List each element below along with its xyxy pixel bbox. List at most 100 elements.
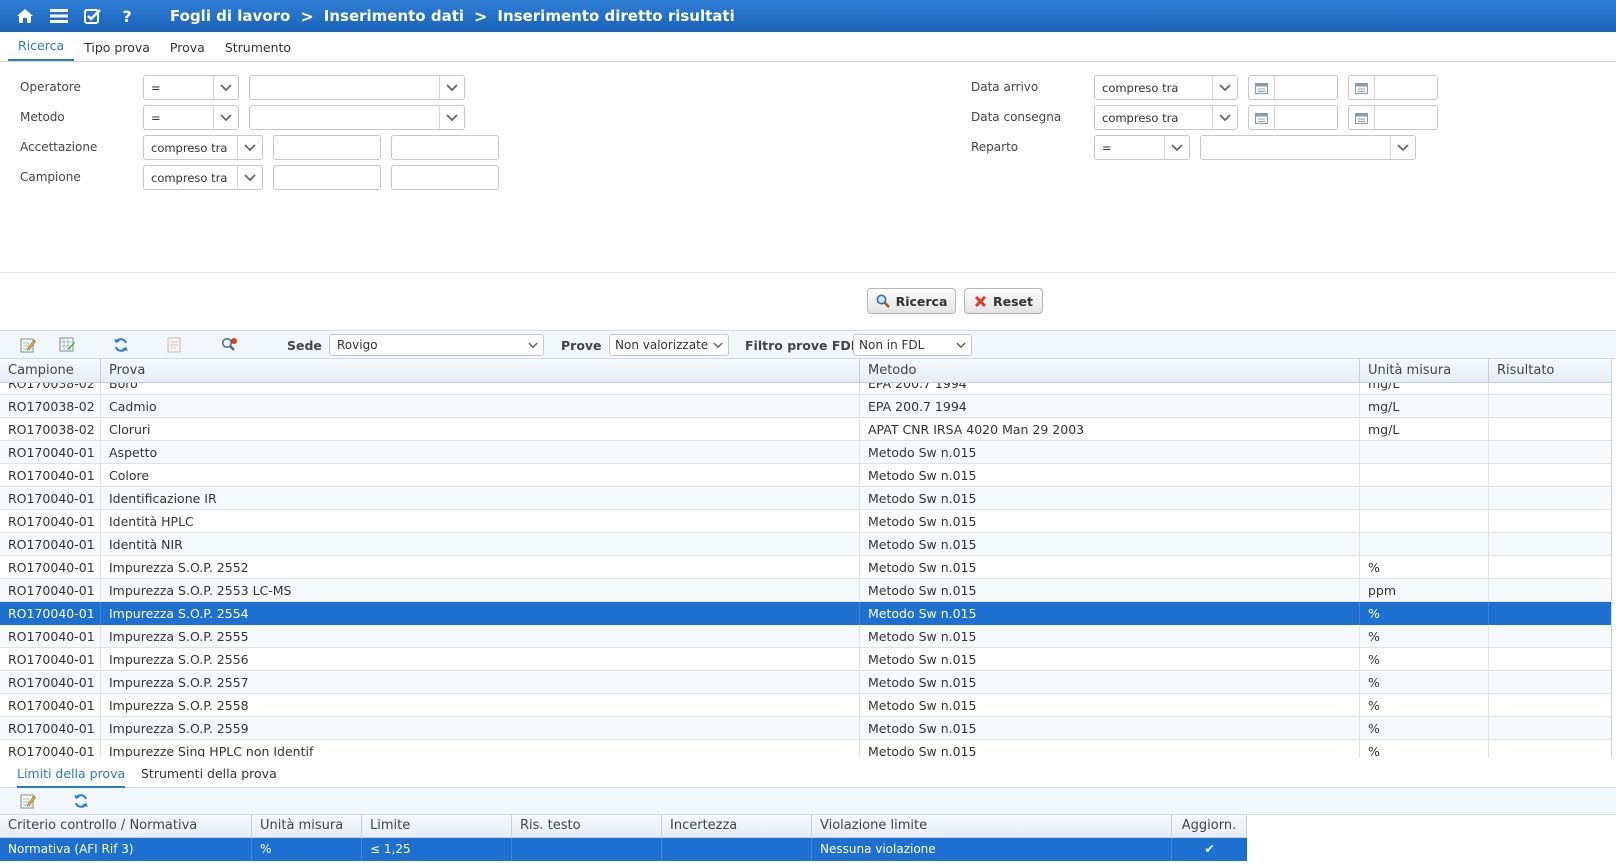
table-row[interactable]: RO170040-01 Impurezza S.O.P. 2552 Metodo S… [0,556,1611,579]
campione-operator-select[interactable]: compreso tra [143,165,263,190]
breadcrumb-item-inserimento-dati[interactable]: Inserimento dati [324,7,464,25]
cell-risultato[interactable] [1489,441,1611,464]
cell-risultato[interactable] [1489,694,1611,717]
table-row[interactable]: RO170040-01 Impurezza S.O.P. 2553 LC-MS Me… [0,579,1611,602]
cell-risultato[interactable] [1489,487,1611,510]
tab-ricerca[interactable]: Ricerca [8,38,75,61]
accettazione-to-input[interactable] [391,135,499,160]
menu-icon[interactable] [46,6,72,26]
breadcrumb-item-fogli[interactable]: Fogli di lavoro [170,7,290,25]
table-row[interactable]: RO170040-01 Impurezza S.O.P. 2554 Metodo S… [0,602,1611,625]
column-header-incertezza[interactable]: Incertezza [662,815,812,838]
operatore-operator-select[interactable]: = [143,75,239,100]
help-icon[interactable]: ? [114,6,140,26]
calendar-icon[interactable] [1249,76,1275,99]
accettazione-from-input[interactable] [273,135,381,160]
table-row[interactable]: RO170040-01 Impurezza S.O.P. 2558 Metodo S… [0,694,1611,717]
cell-prova: Impurezza S.O.P. 2559 [101,717,860,740]
cell-risultato[interactable] [1489,556,1611,579]
chevron-down-icon [1390,136,1415,159]
checklist-icon[interactable] [80,6,106,26]
cell-risultato[interactable] [1489,602,1611,625]
cell-risultato[interactable] [1489,383,1611,395]
chevron-down-icon [1212,106,1237,129]
metodo-operator-select[interactable]: = [143,105,239,130]
home-icon[interactable] [12,6,38,26]
data-arrivo-operator-select[interactable]: compreso tra [1094,75,1238,100]
table-row[interactable]: RO170040-01 Impurezza S.O.P. 2559 Metodo S… [0,717,1611,740]
column-header-prova[interactable]: Prova [101,359,860,383]
table-row[interactable]: RO170040-01 Impurezza S.O.P. 2555 Metodo S… [0,625,1611,648]
table-row[interactable]: RO170040-01 Identità HPLC Metodo Sw n.015 [0,510,1611,533]
column-header-risultato[interactable]: Risultato [1489,359,1611,383]
cell-risultato[interactable] [1489,648,1611,671]
column-header-limite[interactable]: Limite [362,815,512,838]
table-row[interactable]: RO170040-01 Identità NIR Metodo Sw n.015 [0,533,1611,556]
column-header-unita[interactable]: Unità misura [1360,359,1489,383]
data-arrivo-from-input[interactable] [1248,75,1338,100]
operatore-value-select[interactable] [249,75,465,100]
tab-tipo-prova[interactable]: Tipo prova [74,40,160,61]
cell-risultato[interactable] [1489,464,1611,487]
tab-prova[interactable]: Prova [160,40,215,61]
document-icon[interactable] [165,336,183,354]
cell-risultato[interactable] [1489,418,1611,441]
table-row[interactable]: RO170038-02 Cloruri APAT CNR IRSA 4020 Man… [0,418,1611,441]
tab-strumenti-prova[interactable]: Strumenti della prova [141,766,277,781]
column-header-ris-testo[interactable]: Ris. testo [512,815,662,838]
check-icon[interactable]: ✔ [1172,838,1247,861]
column-header-violazione[interactable]: Violazione limite [812,815,1172,838]
cell-risultato[interactable] [1489,671,1611,694]
sede-select[interactable]: Rovigo [329,334,544,356]
calendar-icon[interactable] [1349,76,1375,99]
search-button[interactable]: Ricerca [867,288,956,314]
table-row[interactable]: RO170040-01 Impurezza S.O.P. 2557 Metodo S… [0,671,1611,694]
column-header-criterio[interactable]: Criterio controllo / Normativa [0,815,252,838]
tab-limiti-prova[interactable]: Limiti della prova [17,766,126,788]
cell-limite: ≤ 1,25 [362,838,512,861]
edit-icon[interactable] [19,792,37,810]
calendar-icon[interactable] [1249,106,1275,129]
calendar-icon[interactable] [1349,106,1375,129]
prove-select[interactable]: Non valorizzate [609,334,729,356]
campione-to-input[interactable] [391,165,499,190]
data-consegna-operator-select[interactable]: compreso tra [1094,105,1238,130]
table-row[interactable]: RO170040-01 Identificazione IR Metodo Sw n… [0,487,1611,510]
column-header-aggiorn[interactable]: Aggiorn. [1172,815,1247,838]
tab-strumento[interactable]: Strumento [215,40,301,61]
accettazione-operator-select[interactable]: compreso tra [143,135,263,160]
reset-button[interactable]: Reset [964,288,1043,314]
edit-icon[interactable] [19,336,37,354]
reparto-operator-select[interactable]: = [1094,135,1190,160]
table-row[interactable]: RO170038-02 Boro EPA 200.7 1994 mg/L [0,383,1611,395]
cell-risultato[interactable] [1489,533,1611,556]
grid-edit-icon[interactable] [58,336,76,354]
fdl-filter-select[interactable]: Non in FDL [853,334,972,356]
table-row[interactable]: RO170040-01 Colore Metodo Sw n.015 [0,464,1611,487]
reparto-value-select[interactable] [1200,135,1416,160]
cell-unita: % [1360,694,1489,717]
data-arrivo-to-input[interactable] [1348,75,1438,100]
cell-risultato[interactable] [1489,625,1611,648]
data-consegna-to-input[interactable] [1348,105,1438,130]
cell-risultato[interactable] [1489,717,1611,740]
cell-risultato[interactable] [1489,510,1611,533]
table-row[interactable]: RO170040-01 Impurezza S.O.P. 2556 Metodo S… [0,648,1611,671]
campione-from-input[interactable] [273,165,381,190]
metodo-value-select[interactable] [249,105,465,130]
cell-risultato[interactable] [1489,579,1611,602]
campione-label: Campione [20,170,81,184]
refresh-icon[interactable] [72,792,90,810]
cell-risultato[interactable] [1489,740,1611,757]
table-row[interactable]: RO170040-01 Impurezze Sing HPLC non Ident… [0,740,1611,757]
column-header-unita-misura[interactable]: Unità misura [252,815,362,838]
search-detail-icon[interactable] [220,336,238,354]
table-row[interactable]: Normativa (AFI Rif 3) % ≤ 1,25 Nessuna v… [0,838,1247,861]
column-header-campione[interactable]: Campione [0,359,101,383]
cell-risultato[interactable] [1489,395,1611,418]
table-row[interactable]: RO170040-01 Aspetto Metodo Sw n.015 [0,441,1611,464]
column-header-metodo[interactable]: Metodo [860,359,1360,383]
data-consegna-from-input[interactable] [1248,105,1338,130]
table-row[interactable]: RO170038-02 Cadmio EPA 200.7 1994 mg/L [0,395,1611,418]
refresh-icon[interactable] [112,336,130,354]
